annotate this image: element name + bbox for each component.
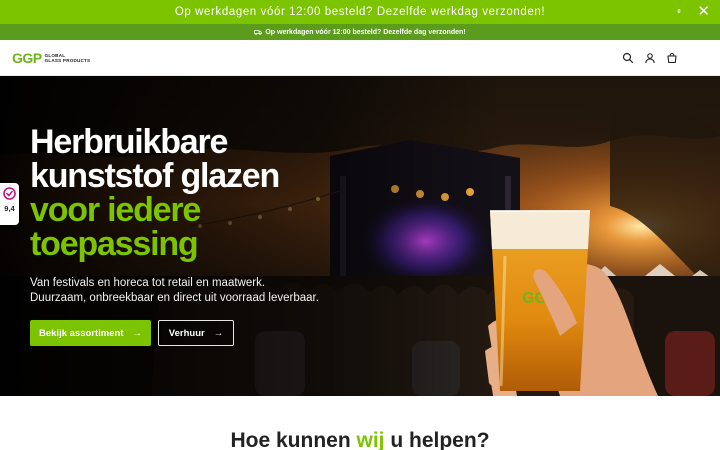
hero-title: Herbruikbare kunststof glazen voor ieder…: [30, 123, 280, 263]
view-assortment-label: Bekijk assortiment: [39, 327, 124, 339]
hero-title-line-3: voor iedere: [30, 191, 201, 229]
cart-count-badge: 0: [675, 8, 683, 16]
hero-title-line-1: Herbruikbare: [30, 123, 228, 161]
logo-mark: GGP: [12, 50, 42, 66]
rating-widget[interactable]: 9,4: [0, 183, 19, 225]
help-title-part-1: Hoe kunnen: [230, 429, 357, 450]
ggp-logo[interactable]: GGP GLOBAL GLASS PRODUCTS: [12, 51, 90, 65]
rental-button[interactable]: Verhuur →: [158, 320, 234, 346]
hero-subtitle: Van festivals en horeca tot retail en ma…: [30, 276, 319, 306]
account-icon[interactable]: [644, 52, 656, 64]
rating-score: 9,4: [4, 204, 15, 213]
logo-line-2: GLASS PRODUCTS: [44, 58, 91, 63]
help-section-title: Hoe kunnen wij u helpen?: [0, 429, 720, 450]
close-icon[interactable]: ✕: [696, 4, 712, 20]
hero-subtitle-line-1: Van festivals en horeca tot retail en ma…: [30, 277, 266, 289]
hero-banner: GGP Herbruikbare kunststof glazen voor i…: [0, 76, 720, 396]
arrow-right-icon: →: [213, 327, 224, 339]
hero-subtitle-line-2: Duurzaam, onbreekbaar en direct uit voor…: [30, 292, 319, 304]
shipping-banner-text: Op werkdagen vóór 12:00 besteld? Dezelfd…: [265, 28, 466, 36]
truck-icon: [254, 29, 263, 35]
help-title-part-2: u helpen?: [384, 429, 490, 450]
site-header: GGP GLOBAL GLASS PRODUCTS: [0, 40, 720, 76]
search-icon[interactable]: [622, 52, 634, 64]
announcement-text: Op werkdagen vóór 12:00 besteld? Dezelfd…: [174, 6, 546, 18]
announcement-bar: Op werkdagen vóór 12:00 besteld? Dezelfd…: [0, 0, 720, 24]
hero-title-line-4: toepassing: [30, 225, 199, 263]
help-title-highlight: wij: [356, 429, 385, 450]
shipping-banner: Op werkdagen vóór 12:00 besteld? Dezelfd…: [0, 24, 720, 40]
cart-icon[interactable]: [666, 52, 678, 64]
hero-title-line-2: kunststof glazen: [30, 157, 280, 195]
kiyoh-rating-icon: [3, 187, 16, 200]
view-assortment-button[interactable]: Bekijk assortiment →: [30, 320, 151, 346]
arrow-right-icon: →: [132, 327, 142, 339]
rental-label: Verhuur: [168, 327, 205, 339]
